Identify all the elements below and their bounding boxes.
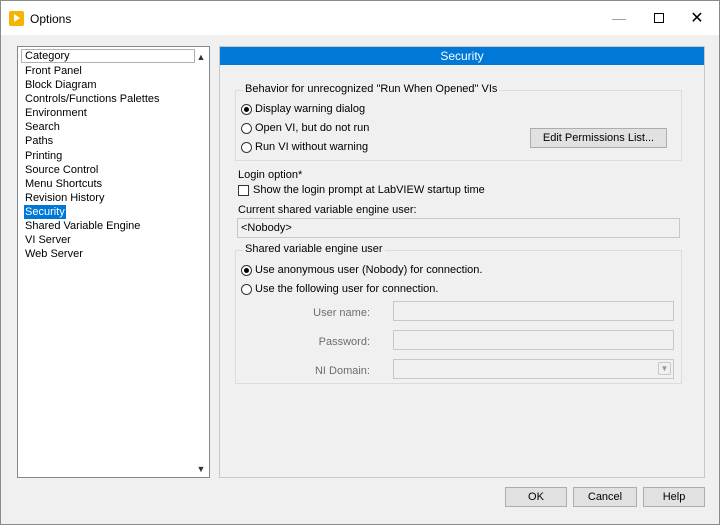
radio-following-user-indicator[interactable] xyxy=(241,283,252,295)
login-prompt-checkbox-row[interactable]: Show the login prompt at LabVIEW startup… xyxy=(238,184,485,196)
current-sve-user-label: Current shared variable engine user: xyxy=(238,204,417,216)
category-item-shared-variable-engine[interactable]: Shared Variable Engine xyxy=(24,219,161,233)
ok-button[interactable]: OK xyxy=(505,487,567,507)
maximize-icon xyxy=(654,13,664,23)
category-list[interactable]: Category Front Panel Block Diagram Contr… xyxy=(17,46,210,478)
radio-display-warning-indicator[interactable] xyxy=(241,103,252,115)
help-button[interactable]: Help xyxy=(643,487,705,507)
login-prompt-checkbox[interactable] xyxy=(238,184,249,196)
cancel-button[interactable]: Cancel xyxy=(573,487,637,507)
edit-permissions-button[interactable]: Edit Permissions List... xyxy=(530,128,667,148)
radio-anonymous-user-indicator[interactable] xyxy=(241,264,252,276)
ni-domain-label: NI Domain: xyxy=(314,365,370,377)
radio-open-no-run-label: Open VI, but do not run xyxy=(255,122,370,134)
radio-open-no-run[interactable]: Open VI, but do not run xyxy=(241,122,369,134)
sve-user-group: Shared variable engine user Use anonymou… xyxy=(235,243,682,384)
behavior-group-legend: Behavior for unrecognized "Run When Open… xyxy=(243,83,500,95)
category-item-front-panel[interactable]: Front Panel xyxy=(24,64,161,78)
category-item-block-diagram[interactable]: Block Diagram xyxy=(24,78,161,92)
category-item-security[interactable]: Security xyxy=(24,204,66,220)
password-label: Password: xyxy=(318,336,370,348)
current-sve-user-value: <Nobody> xyxy=(237,218,680,238)
category-header[interactable]: Category xyxy=(21,49,195,63)
radio-run-no-warning-indicator[interactable] xyxy=(241,141,252,153)
username-input[interactable] xyxy=(393,301,674,321)
category-item-web-server[interactable]: Web Server xyxy=(24,247,161,261)
category-item-revision-history[interactable]: Revision History xyxy=(24,191,161,205)
radio-open-no-run-indicator[interactable] xyxy=(241,122,252,134)
radio-following-user[interactable]: Use the following user for connection. xyxy=(241,283,438,295)
chevron-down-icon[interactable]: ▼ xyxy=(658,362,671,375)
radio-following-user-label: Use the following user for connection. xyxy=(255,283,439,295)
category-item-printing[interactable]: Printing xyxy=(24,149,161,163)
minimize-button[interactable]: — xyxy=(599,1,639,35)
login-option-heading: Login option* xyxy=(238,169,303,181)
options-dialog: Options — ✕ Category Front Panel Block D… xyxy=(0,0,720,525)
radio-anonymous-user-label: Use anonymous user (Nobody) for connecti… xyxy=(255,264,483,276)
behavior-group: Behavior for unrecognized "Run When Open… xyxy=(235,83,682,161)
radio-anonymous-user[interactable]: Use anonymous user (Nobody) for connecti… xyxy=(241,264,482,276)
sve-user-group-legend: Shared variable engine user xyxy=(243,243,385,255)
window-title: Options xyxy=(30,12,72,26)
radio-run-no-warning-label: Run VI without warning xyxy=(255,141,369,153)
scroll-down-icon[interactable]: ▼ xyxy=(193,461,209,477)
radio-display-warning[interactable]: Display warning dialog xyxy=(241,103,365,115)
title-bar: Options — ✕ xyxy=(1,1,719,35)
category-items: Front Panel Block Diagram Controls/Funct… xyxy=(24,64,161,261)
maximize-button[interactable] xyxy=(639,1,679,35)
close-button[interactable]: ✕ xyxy=(677,1,717,35)
radio-run-no-warning[interactable]: Run VI without warning xyxy=(241,141,368,153)
login-prompt-label: Show the login prompt at LabVIEW startup… xyxy=(253,184,485,196)
category-item-palettes[interactable]: Controls/Functions Palettes xyxy=(24,92,161,106)
category-item-environment[interactable]: Environment xyxy=(24,106,161,120)
security-panel: Security Behavior for unrecognized "Run … xyxy=(219,46,705,478)
username-label: User name: xyxy=(313,307,370,319)
password-input[interactable] xyxy=(393,330,674,350)
scroll-up-icon[interactable]: ▲ xyxy=(193,49,209,65)
radio-display-warning-label: Display warning dialog xyxy=(255,103,366,115)
category-item-search[interactable]: Search xyxy=(24,120,161,134)
category-item-vi-server[interactable]: VI Server xyxy=(24,233,161,247)
category-item-menu-shortcuts[interactable]: Menu Shortcuts xyxy=(24,177,161,191)
panel-title: Security xyxy=(220,47,704,65)
labview-app-icon xyxy=(9,11,24,26)
ni-domain-select[interactable]: ▼ xyxy=(393,359,674,379)
category-item-source-control[interactable]: Source Control xyxy=(24,163,161,177)
category-scrollbar[interactable]: ▲ ▼ xyxy=(193,47,209,477)
category-item-paths[interactable]: Paths xyxy=(24,134,161,148)
